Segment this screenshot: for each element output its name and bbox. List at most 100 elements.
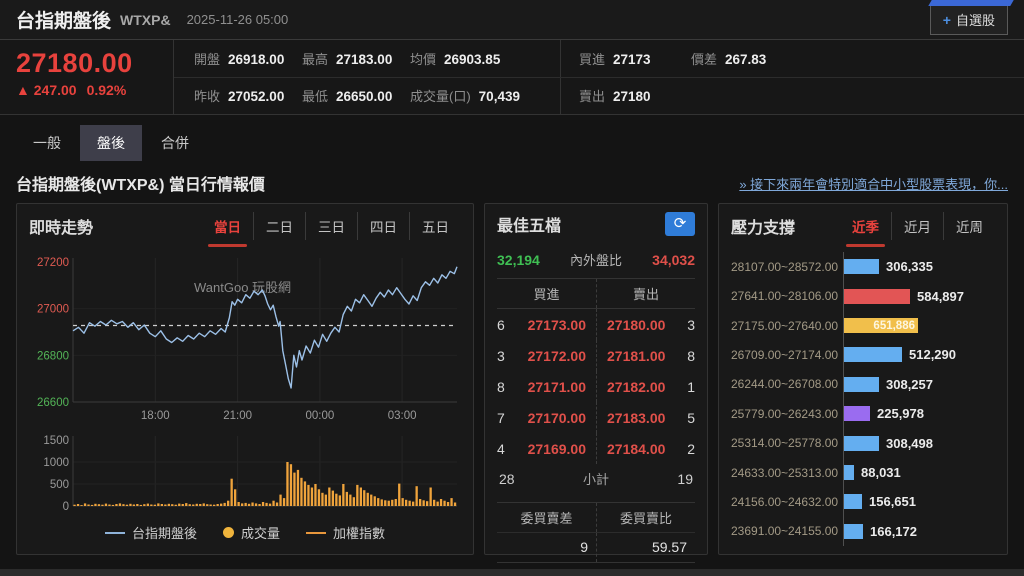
bar-value: 156,651 [869, 494, 916, 510]
market-mode-tabs: 一般 盤後 合併 [0, 115, 1024, 161]
stat-avg-price: 均價 26903.85 [410, 51, 501, 67]
quote-band: 27180.00 ▲ 247.00 0.92% 開盤 26918.00 最高 271… [0, 40, 1024, 115]
tab-合併[interactable]: 合併 [144, 125, 206, 161]
tab-一般[interactable]: 一般 [16, 125, 78, 161]
buy-column-header: 買進 [533, 287, 560, 302]
stat-ask: 賣出 27180 [579, 89, 651, 105]
price-range-label: 23691.00~24155.00 [731, 524, 839, 539]
sell-column-header: 賣出 [596, 279, 695, 308]
pressure-tab-近季[interactable]: 近季 [840, 212, 891, 247]
svg-text:1500: 1500 [43, 435, 69, 447]
svg-text:27200: 27200 [37, 257, 69, 269]
best-five-panel: 最佳五檔 ⟳ 32,194 內外盤比 34,032 買進 賣出 6 27173.0… [484, 203, 708, 563]
stats-right-2: 賣出 27180 [560, 77, 1024, 114]
pressure-row[interactable]: 27641.00~28106.00 584,897 [731, 281, 995, 311]
pressure-tab-近月[interactable]: 近月 [891, 212, 943, 240]
ratio-label: 內外盤比 [569, 253, 622, 268]
pressure-bar [844, 406, 870, 422]
blue-banner-decoration [928, 0, 1014, 6]
pressure-row[interactable]: 26244.00~26708.00 308,257 [731, 369, 995, 400]
pressure-title: 壓力支撐 [731, 220, 796, 237]
orderbook-header: 買進 賣出 [497, 278, 695, 309]
pressure-row[interactable]: 28107.00~28572.00 306,335 [731, 252, 995, 282]
pressure-row[interactable]: 24156.00~24632.00 156,651 [731, 487, 995, 517]
instrument-title: 台指期盤後 [16, 11, 112, 32]
line-swatch-orange-icon [306, 531, 326, 534]
subtotal-row: 28 小計 19 [497, 464, 695, 494]
pressure-row[interactable]: 25779.00~26243.00 225,978 [731, 399, 995, 429]
trend-tab-當日[interactable]: 當日 [202, 212, 253, 247]
pressure-tab-近周[interactable]: 近周 [943, 212, 995, 240]
stat-low: 最低 26650.00 [302, 89, 393, 105]
diff-label: 委買賣差 [520, 511, 573, 526]
pressure-row[interactable]: 27175.00~27640.00 651,886 [731, 310, 995, 341]
bar-value: 584,897 [917, 288, 964, 304]
tab-盤後[interactable]: 盤後 [80, 125, 142, 161]
legend-futures[interactable]: 台指期盤後 [104, 523, 197, 542]
section-title: 台指期盤後(WTXP&) 當日行情報價 [16, 177, 265, 194]
pressure-bar [844, 347, 902, 363]
add-watchlist-label: 自選股 [955, 13, 995, 28]
add-watchlist-button[interactable]: + 自選股 [929, 4, 1008, 35]
svg-text:27000: 27000 [37, 304, 69, 316]
orderbook-row[interactable]: 7 27170.00 27183.00 5 [497, 402, 695, 433]
pressure-bar [844, 465, 854, 481]
change-percent: 0.92% [86, 82, 127, 98]
pressure-bar [844, 376, 879, 392]
price-range-label: 24156.00~24632.00 [731, 494, 839, 509]
svg-text:26600: 26600 [37, 397, 69, 409]
line-swatch-blue-icon [104, 531, 125, 534]
trend-tab-三日[interactable]: 三日 [305, 212, 357, 240]
stats-right-1: 買進 27173 價差 267.83 [560, 40, 1024, 77]
price-change: ▲ 247.00 0.92% [16, 82, 157, 98]
stat-volume: 成交量(口) 70,439 [410, 89, 520, 105]
inner-total: 32,194 [497, 251, 540, 268]
best-five-header: 最佳五檔 ⟳ [497, 212, 695, 236]
orderbook-row[interactable]: 6 27173.00 27180.00 3 [497, 309, 695, 340]
stat-prev-close: 昨收 27052.00 [194, 89, 285, 105]
stat-spread: 價差 267.83 [691, 51, 767, 67]
price-range-label: 27641.00~28106.00 [731, 289, 839, 304]
sell-total: 19 [677, 470, 693, 487]
up-arrow-icon: ▲ [16, 82, 30, 98]
refresh-button[interactable]: ⟳ [665, 212, 695, 236]
pressure-bar [844, 494, 862, 510]
pressure-row[interactable]: 25314.00~25778.00 308,498 [731, 428, 995, 458]
order-diff-values: 9 59.57 [497, 533, 695, 563]
ratio2-value: 59.57 [596, 533, 695, 562]
trend-tab-二日[interactable]: 二日 [253, 212, 305, 240]
orderbook-row[interactable]: 4 27169.00 27184.00 2 [497, 433, 695, 464]
subtotal-label: 小計 [582, 472, 609, 487]
svg-text:00:00: 00:00 [306, 410, 335, 422]
pressure-bar [844, 523, 863, 539]
trend-tab-五日[interactable]: 五日 [409, 212, 461, 240]
bar-value: 306,335 [886, 259, 933, 275]
trend-tab-四日[interactable]: 四日 [357, 212, 409, 240]
svg-text:03:00: 03:00 [388, 410, 417, 422]
chart-legend: 台指期盤後 成交量 加權指數 [29, 523, 461, 542]
promo-article-link[interactable]: » 接下來兩年會特別適合中小型股票表現，你... [739, 174, 1008, 193]
best-five-title: 最佳五檔 [497, 218, 562, 235]
order-diff-header: 委買賣差 委買賣比 [497, 502, 695, 533]
pressure-row[interactable]: 24633.00~25313.00 88,031 [731, 457, 995, 488]
trend-chart[interactable]: WantGoo 玩股網 27200 27000 26800 26600 18:00 21:0… [29, 250, 463, 518]
pressure-bar [844, 288, 910, 304]
quote-stats: 開盤 26918.00 最高 27183.00 均價 26903.85 買進 27173… [174, 40, 1024, 114]
pressure-row[interactable]: 23691.00~24155.00 166,172 [731, 516, 995, 547]
pressure-bar: 651,886 [844, 318, 918, 334]
trend-period-tabs: 當日 二日 三日 四日 五日 [202, 212, 461, 247]
stat-open: 開盤 26918.00 [194, 51, 285, 67]
dot-swatch-yellow-icon [222, 527, 234, 538]
orderbook-row[interactable]: 8 27171.00 27182.00 1 [497, 371, 695, 402]
legend-volume[interactable]: 成交量 [222, 523, 280, 542]
price-block: 27180.00 ▲ 247.00 0.92% [0, 40, 174, 114]
pressure-row[interactable]: 26709.00~27174.00 512,290 [731, 340, 995, 370]
stats-row-1: 開盤 26918.00 最高 27183.00 均價 26903.85 買進 27173… [174, 40, 1024, 78]
pressure-bar [844, 259, 879, 275]
svg-text:WantGoo 玩股網: WantGoo 玩股網 [194, 280, 291, 295]
legend-weighted-index[interactable]: 加權指數 [306, 523, 385, 542]
intraday-trend-panel: 即時走勢 當日 二日 三日 四日 五日 WantGoo 玩股網 27200 27000 268… [16, 203, 474, 555]
section-row: 台指期盤後(WTXP&) 當日行情報價 » 接下來兩年會特別適合中小型股票表現，… [0, 161, 1024, 203]
price-range-label: 28107.00~28572.00 [731, 259, 839, 274]
orderbook-row[interactable]: 3 27172.00 27181.00 8 [497, 340, 695, 371]
